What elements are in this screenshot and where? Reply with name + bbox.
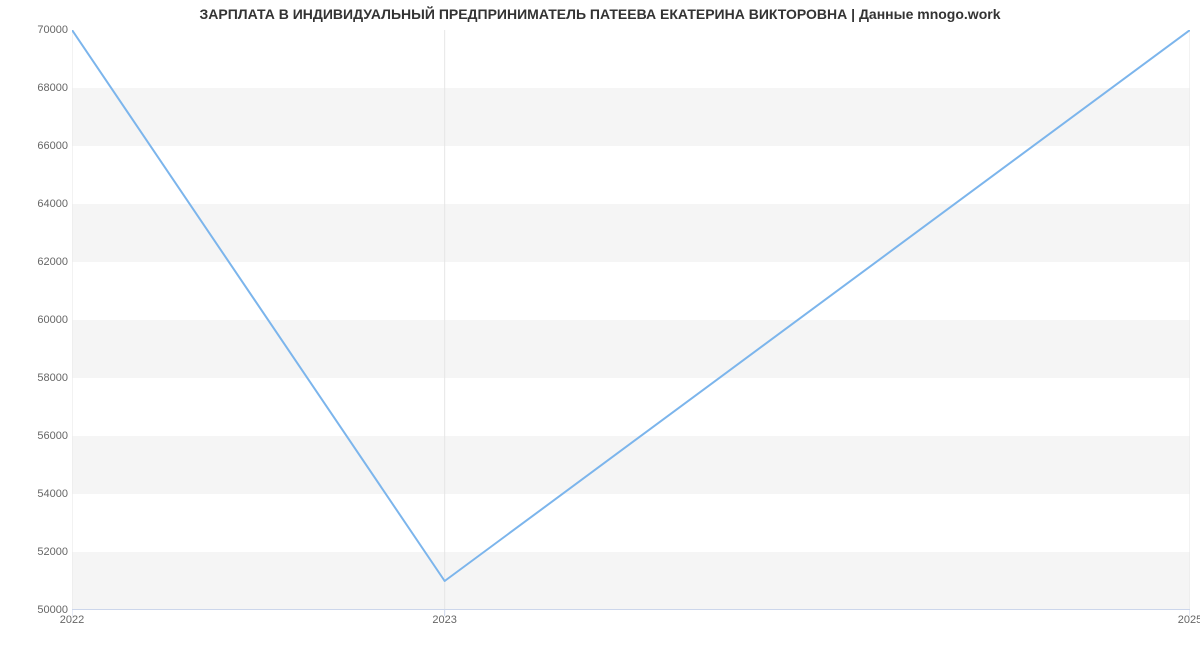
- y-tick-label: 68000: [8, 82, 68, 94]
- y-tick-label: 58000: [8, 372, 68, 384]
- y-tick-label: 52000: [8, 546, 68, 558]
- y-tick-label: 60000: [8, 314, 68, 326]
- y-tick-label: 56000: [8, 430, 68, 442]
- y-tick-label: 64000: [8, 198, 68, 210]
- plot-area: [72, 30, 1190, 610]
- y-tick-label: 70000: [8, 24, 68, 36]
- chart-title: ЗАРПЛАТА В ИНДИВИДУАЛЬНЫЙ ПРЕДПРИНИМАТЕЛ…: [0, 6, 1200, 22]
- chart-svg: [72, 30, 1190, 618]
- x-tick-label: 2025: [1178, 614, 1200, 626]
- x-tick-label: 2023: [432, 614, 456, 626]
- y-tick-label: 54000: [8, 488, 68, 500]
- y-tick-label: 62000: [8, 256, 68, 268]
- y-tick-label: 66000: [8, 140, 68, 152]
- x-tick-label: 2022: [60, 614, 84, 626]
- chart-container: ЗАРПЛАТА В ИНДИВИДУАЛЬНЫЙ ПРЕДПРИНИМАТЕЛ…: [0, 0, 1200, 650]
